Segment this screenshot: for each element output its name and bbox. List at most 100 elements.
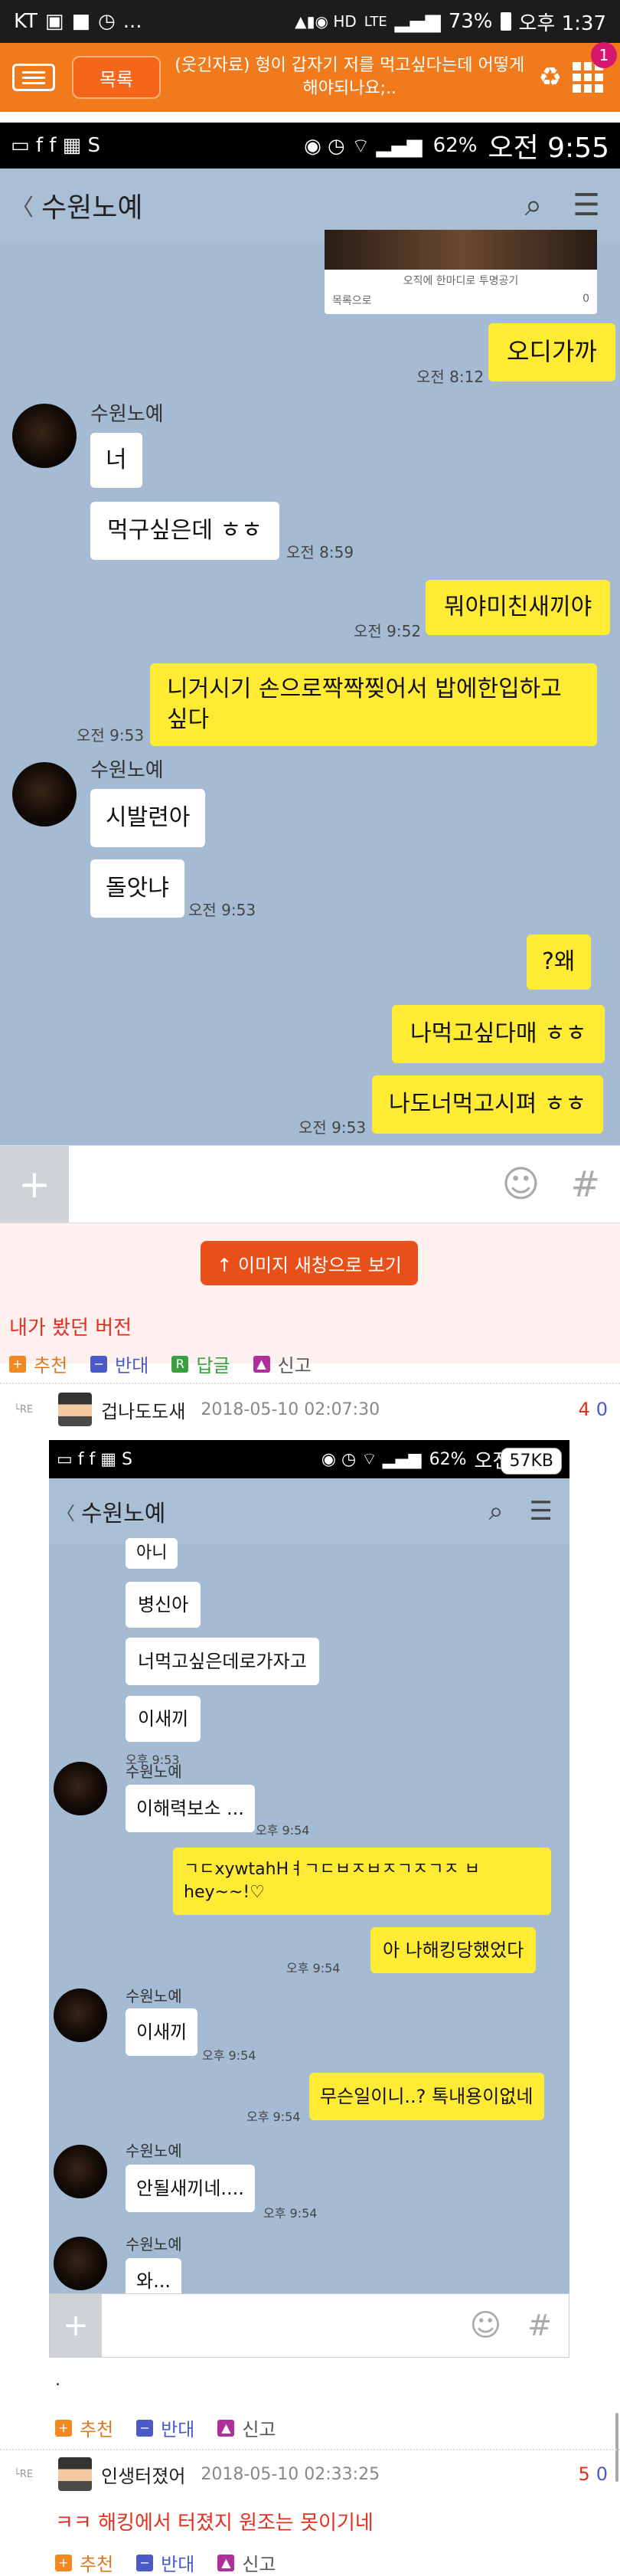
post-title: (웃긴자료) 형이 갑자기 저를 먹고싶다는데 어떻게 해야되나요;..	[175, 56, 525, 98]
chat1-status-bar: ▭ f f ▦ Ѕ ◉ ◷ ⌔ ▂▄▆ 62% 오전 9:55	[0, 123, 620, 169]
chat-screenshot-2: ▭ f f ▦ Ѕ ◉ ◷ ⌔ ▂▄▆ 62% 오전 9:55 57KB 〈 수…	[49, 1440, 569, 2306]
network-label: LTE	[364, 13, 387, 30]
message-bubble: 시발련아	[90, 789, 206, 847]
message-bubble: 아니	[126, 1538, 178, 1569]
message-time: 오전 9:53	[299, 1118, 367, 1137]
message-bubble: 오디가까	[488, 323, 615, 381]
avatar	[12, 404, 77, 468]
search-icon[interactable]: ⌕	[525, 188, 542, 223]
comment-down: 0	[596, 1399, 608, 1420]
message-time: 오후 9:54	[286, 1961, 341, 1975]
refresh-icon[interactable]: ♻	[539, 62, 562, 93]
plus-button[interactable]: +	[0, 1146, 69, 1223]
comment-date: 2018-05-10 02:33:25	[201, 2464, 380, 2484]
message-time: 오전 9:52	[354, 622, 422, 640]
report-icon: ▲	[217, 2554, 235, 2571]
comment1-actions: + 추천 − 반대 ▲ 신고	[55, 2414, 276, 2441]
view-image-button[interactable]: ↑ 이미지 새창으로 보기	[201, 1241, 418, 1285]
sender-name: 수원노예	[126, 1763, 182, 1781]
oppose-icon: −	[136, 2554, 154, 2571]
menu-icon[interactable]	[12, 64, 55, 91]
chat1-title: 수원노예	[41, 192, 143, 224]
plus-button[interactable]: +	[50, 2294, 102, 2357]
avatar	[12, 762, 77, 826]
message-bubble: 병신아	[126, 1582, 201, 1628]
emoji-icon[interactable]: ☺	[469, 2308, 501, 2343]
message-bubble: 돌앗냐	[90, 859, 184, 918]
sender-name: 수원노예	[126, 2142, 182, 2160]
back-icon[interactable]: 〈	[57, 1498, 75, 1525]
report-link[interactable]: 신고	[242, 2549, 276, 2576]
message-bubble: 이해력보소 ...	[126, 1785, 255, 1832]
message-time: 오후 9:54	[246, 2110, 301, 2124]
oppose-link[interactable]: 반대	[161, 2414, 194, 2441]
hamburger-icon[interactable]: ☰	[530, 1496, 553, 1527]
oppose-link[interactable]: 반대	[161, 2549, 194, 2576]
avatar	[54, 2145, 107, 2198]
recommend-icon: +	[55, 2554, 72, 2571]
report-link[interactable]: 신고	[242, 2414, 276, 2441]
avatar	[58, 1393, 92, 1426]
comment-author[interactable]: 겁나도도새	[101, 1396, 185, 1423]
sender-name: 수원노예	[90, 759, 164, 782]
recommend-link[interactable]: 추천	[80, 2414, 113, 2441]
message-bubble: 너먹고싶은데로가자고	[126, 1638, 319, 1685]
avatar	[54, 1762, 107, 1815]
oppose-icon: −	[90, 1355, 108, 1373]
reply-link[interactable]: 답글	[196, 1350, 230, 1377]
comment-down: 0	[596, 2463, 608, 2485]
alarm-icon: ◷	[98, 10, 116, 33]
recommend-link[interactable]: 추천	[34, 1350, 67, 1377]
link-preview-card[interactable]: 오직에 한마디로 투명공기 목록으로 0	[325, 230, 597, 314]
clock-label: 오후 1:37	[518, 11, 607, 35]
divider	[0, 2449, 620, 2450]
divider	[0, 1383, 620, 1384]
sender-name: 수원노예	[126, 1987, 182, 2005]
comment-up: 4	[578, 1399, 590, 1420]
hashtag-icon[interactable]: #	[527, 2309, 552, 2342]
message-bubble: 이새끼	[126, 1696, 201, 1742]
report-icon: ▲	[253, 1355, 270, 1373]
report-link[interactable]: 신고	[278, 1350, 312, 1377]
message-bubble: 뭐야미친새끼야	[426, 580, 611, 635]
comment-author[interactable]: 인생터졌어	[101, 2461, 185, 2488]
recommend-link[interactable]: 추천	[80, 2549, 113, 2576]
comment-header: └RE 인생터졌어 2018-05-10 02:33:25 5 0	[0, 2455, 620, 2493]
grid-menu-icon[interactable]: 1	[573, 42, 617, 93]
chat1-input-bar: + ☺ #	[0, 1145, 620, 1223]
size-badge: 57KB	[501, 1448, 562, 1475]
preview-count: 0	[582, 293, 589, 305]
chat1-clock: 오전 9:55	[488, 133, 609, 164]
report-icon: ▲	[217, 2419, 235, 2437]
chat1-battery: 62%	[432, 134, 478, 157]
app-header: 목록 (웃긴자료) 형이 갑자기 저를 먹고싶다는데 어떻게 해야되나요;.. …	[0, 42, 620, 112]
message-bubble: 나먹고싶다매 ㅎㅎ	[392, 1005, 605, 1063]
chat-input[interactable]	[102, 2294, 469, 2357]
oppose-icon: −	[136, 2419, 154, 2437]
status-bar: KT ▣ ■ ◷ ... ▲▮◉ HD LTE ▂▄▆ 73% 오후 1:37	[0, 0, 620, 43]
sender-name: 수원노예	[126, 2235, 182, 2254]
avatar	[54, 2237, 107, 2290]
hamburger-icon[interactable]: ☰	[573, 188, 600, 223]
message-bubble: 너	[90, 433, 142, 488]
message-bubble: ㄱㄷxywtahHㅕㄱㄷㅂㅈㅂㅈㄱㅈㄱㅈ ㅂhey~~!♡	[173, 1848, 551, 1915]
search-icon[interactable]: ⌕	[488, 1496, 503, 1527]
message-bubble: 나도너먹고시펴 ㅎㅎ	[372, 1075, 603, 1134]
message-time: 오전 8:12	[416, 368, 485, 386]
message-time: 오전 8:59	[286, 543, 354, 561]
chat2-title: 수원노예	[81, 1501, 166, 1527]
comment-date: 2018-05-10 02:07:30	[201, 1399, 380, 1419]
message-time: 오후 9:54	[263, 2206, 318, 2221]
recommend-icon: +	[55, 2419, 72, 2437]
hashtag-icon[interactable]: #	[570, 1164, 600, 1205]
list-button[interactable]: 목록	[72, 56, 161, 99]
back-icon[interactable]: 〈	[11, 188, 34, 222]
chat2-title-bar: 〈 수원노예 ⌕ ☰	[49, 1478, 569, 1544]
oppose-link[interactable]: 반대	[115, 1350, 148, 1377]
comment-up: 5	[578, 2463, 590, 2485]
message-bubble: 먹구싶은데 ㅎㅎ	[90, 502, 279, 560]
comment2-actions: + 추천 − 반대 ▲ 신고	[55, 2549, 276, 2576]
message-bubble: 니거시기 손으로짝짝찢어서 밥에한입하고싶다	[150, 663, 597, 746]
chat-input[interactable]	[69, 1146, 501, 1223]
emoji-icon[interactable]: ☺	[501, 1163, 540, 1206]
